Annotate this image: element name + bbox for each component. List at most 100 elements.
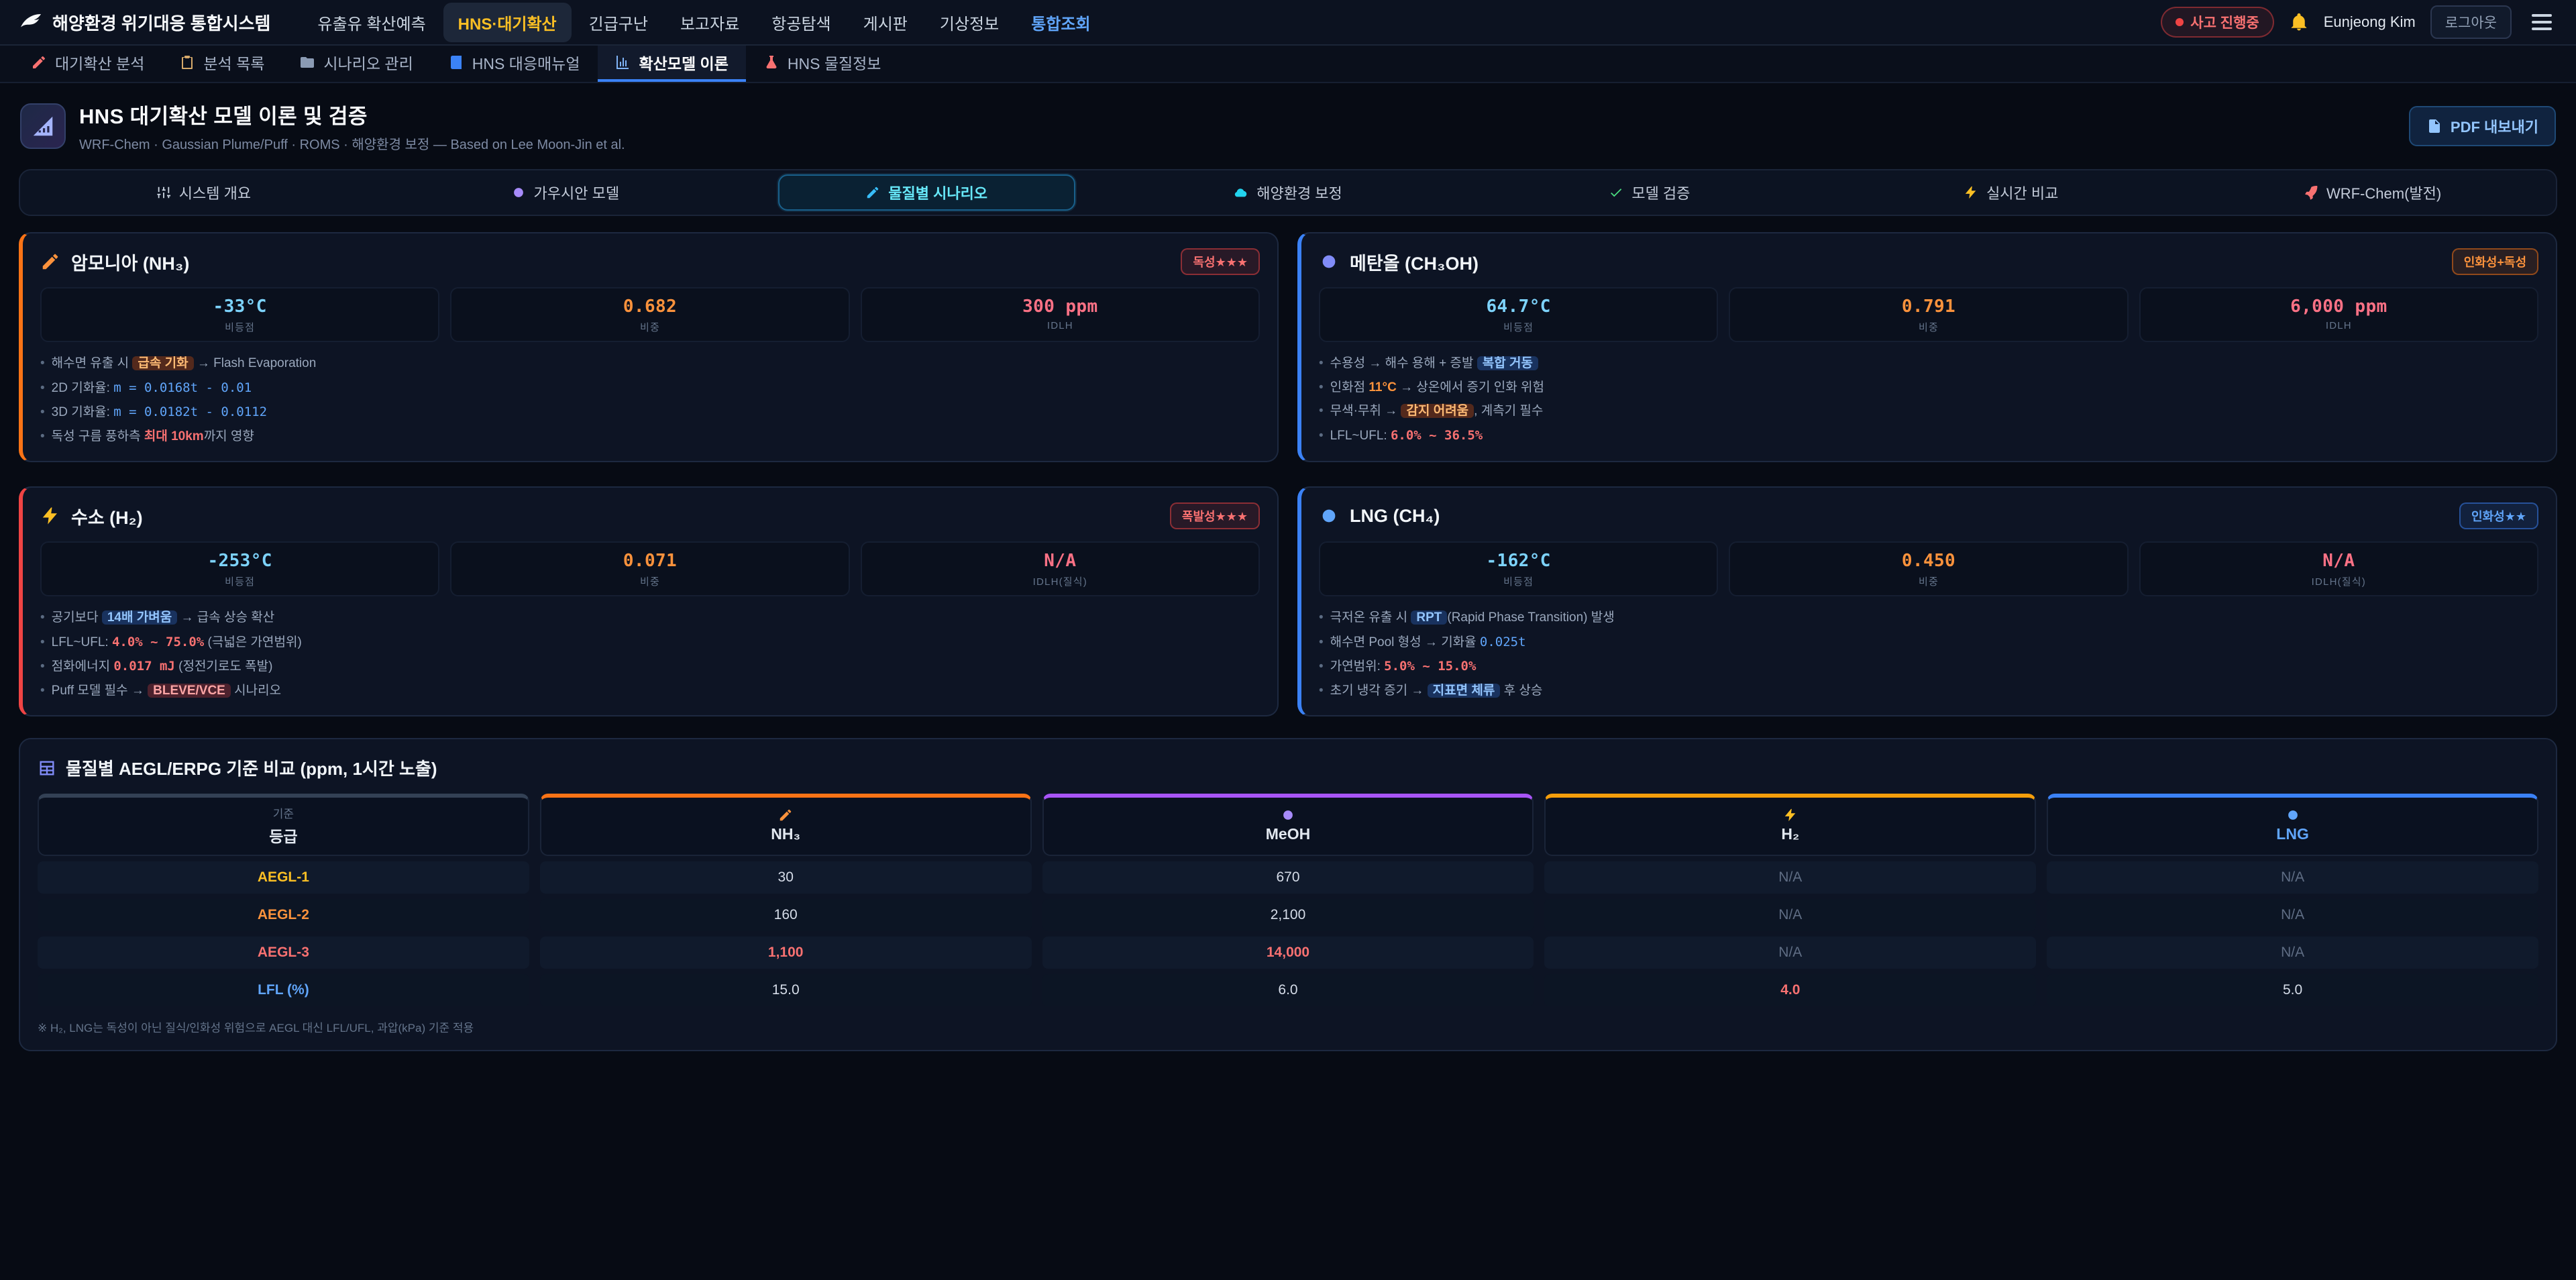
tab-6[interactable]: WRF-Chem(발전) <box>2224 174 2521 211</box>
tab-label: 모델 검증 <box>1631 182 1690 203</box>
stat-value: 64.7°C <box>1326 297 1711 317</box>
note-line-0: •수용성 → 해수 용해 + 증발 복합 거동 <box>1319 354 2538 374</box>
main-menu-item-1[interactable]: HNS·대기확산 <box>443 3 572 42</box>
table-icon <box>38 759 56 778</box>
tab-5[interactable]: 실시간 비교 <box>1862 174 2159 211</box>
stat-label: 비등점 <box>47 574 433 588</box>
tab-1[interactable]: 가우시안 모델 <box>417 174 714 211</box>
notification-bell-icon[interactable] <box>2289 12 2309 32</box>
pdf-export-button[interactable]: PDF 내보내기 <box>2409 106 2556 146</box>
pencil-icon <box>865 185 880 200</box>
table-cell-r1-c2: N/A <box>1544 899 2036 931</box>
main-menu-item-7[interactable]: 통합조회 <box>1016 3 1105 42</box>
sliders-icon <box>156 185 171 200</box>
stat-tile-0: -33°C비등점 <box>40 287 439 342</box>
substance-notes: •수용성 → 해수 용해 + 증발 복합 거동•인화점 11°C → 상온에서 … <box>1319 354 2538 445</box>
table-footnote: ※ H₂, LNG는 독성이 아닌 질식/인화성 위험으로 AEGL 대신 LF… <box>38 1018 2538 1035</box>
user-name: Eunjeong Kim <box>2324 13 2416 31</box>
table-cell-r3-c1: 6.0 <box>1042 974 1534 1006</box>
main-menu-item-4[interactable]: 항공탐색 <box>757 3 845 42</box>
main-menu-item-5[interactable]: 게시판 <box>849 3 922 42</box>
subnav-item-2[interactable]: 시나리오 관리 <box>282 46 430 82</box>
pencil-icon <box>31 54 47 70</box>
substance-card-0: 암모니아 (NH₃)독성★★★-33°C비등점0.682비중300 ppmIDL… <box>19 232 1279 462</box>
stat-label: IDLH <box>867 320 1253 331</box>
criteria-label: 등급 <box>269 824 297 847</box>
main-menu-item-2[interactable]: 긴급구난 <box>574 3 663 42</box>
note-line-1: •LFL~UFL: 4.0% ~ 75.0% (극넓은 가연범위) <box>40 633 1260 653</box>
note-line-0: •해수면 유출 시 급속 기화 → Flash Evaporation <box>40 354 1260 374</box>
tab-2[interactable]: 물질별 시나리오 <box>778 174 1075 211</box>
section-tabs: 시스템 개요 가우시안 모델 물질별 시나리오 해양환경 보정 모델 검증 실시간 비교 W… <box>19 169 2557 216</box>
subnav-item-0[interactable]: 대기확산 분석 <box>13 46 162 82</box>
incident-badge-label: 사고 진행중 <box>2190 12 2259 32</box>
flask-icon <box>763 54 780 70</box>
tab-3[interactable]: 해양환경 보정 <box>1140 174 1437 211</box>
table-cell-r0-c0: 30 <box>540 861 1032 894</box>
aegl-table-title-row: 물질별 AEGL/ERPG 기준 비교 (ppm, 1시간 노출) <box>38 755 2538 780</box>
table-column-header-0: NH₃ <box>540 794 1032 856</box>
stat-value: -33°C <box>47 297 433 317</box>
table-cell-r2-c0: 1,100 <box>540 937 1032 969</box>
subnav-item-label: HNS 대응매뉴얼 <box>472 51 580 74</box>
stat-value: 6,000 ppm <box>2146 297 2532 317</box>
column-substance-icon <box>1783 808 1798 822</box>
substance-icon <box>1319 252 1339 272</box>
stat-tile-1: 0.071비중 <box>450 541 849 596</box>
note-line-2: •가연범위: 5.0% ~ 15.0% <box>1319 657 2538 677</box>
ruler-icon <box>20 103 66 149</box>
document-icon <box>2426 118 2443 134</box>
subnav-item-label: 분석 목록 <box>203 51 264 74</box>
page-header-left: HNS 대기확산 모델 이론 및 검증 WRF-Chem · Gaussian … <box>20 99 625 153</box>
tab-label: 실시간 비교 <box>1986 182 2058 203</box>
subnav-item-1[interactable]: 분석 목록 <box>162 46 282 82</box>
substance-card-header: 메탄올 (CH₃OH)인화성+독성 <box>1319 248 2538 275</box>
substance-icon <box>40 506 60 526</box>
subnav-item-3[interactable]: HNS 대응매뉴얼 <box>431 46 598 82</box>
cloud-icon <box>1234 185 1248 200</box>
main-menu: 유출유 확산예측HNS·대기확산긴급구난보고자료항공탐색게시판기상정보통합조회 <box>303 3 1105 42</box>
main-menu-item-0[interactable]: 유출유 확산예측 <box>303 3 440 42</box>
tab-4[interactable]: 모델 검증 <box>1501 174 1798 211</box>
row-label-3: LFL (%) <box>38 974 529 1006</box>
tab-label: WRF-Chem(발전) <box>2326 182 2441 203</box>
hamburger-menu-icon[interactable] <box>2526 9 2557 36</box>
stat-label: 비중 <box>1735 320 2121 334</box>
substance-title: 암모니아 (NH₃) <box>71 249 1170 275</box>
substance-card-header: 암모니아 (NH₃)독성★★★ <box>40 248 1260 275</box>
page-header-text: HNS 대기확산 모델 이론 및 검증 WRF-Chem · Gaussian … <box>79 99 625 153</box>
note-line-3: •LFL~UFL: 6.0% ~ 36.5% <box>1319 426 2538 446</box>
note-line-1: •해수면 Pool 형성 → 기화율 0.025t <box>1319 633 2538 653</box>
substance-stats: -162°C비등점0.450비중N/AIDLH(질식) <box>1319 541 2538 596</box>
stat-tile-0: -162°C비등점 <box>1319 541 1718 596</box>
main-menu-item-6[interactable]: 기상정보 <box>925 3 1014 42</box>
substance-stats: -253°C비등점0.071비중N/AIDLH(질식) <box>40 541 1260 596</box>
row-label-1: AEGL-2 <box>38 899 529 931</box>
main-menu-item-3[interactable]: 보고자료 <box>665 3 754 42</box>
row-label-0: AEGL-1 <box>38 861 529 894</box>
app-root: 해양환경 위기대응 통합시스템 유출유 확산예측HNS·대기확산긴급구난보고자료… <box>0 0 2576 1280</box>
subnav-item-4[interactable]: 확산모델 이론 <box>598 46 746 82</box>
substance-notes: •극저온 유출 시 RPT(Rapid Phase Transition) 발생… <box>1319 608 2538 700</box>
subnav-item-5[interactable]: HNS 물질정보 <box>746 46 899 82</box>
bolt-icon <box>1964 185 1978 200</box>
table-column-header-2: H₂ <box>1544 794 2036 856</box>
substance-icon <box>1319 506 1339 526</box>
column-substance-icon <box>1281 808 1295 822</box>
column-label: LNG <box>2276 825 2309 843</box>
subnav-item-label: HNS 물질정보 <box>788 51 881 74</box>
aegl-table-section: 물질별 AEGL/ERPG 기준 비교 (ppm, 1시간 노출) 기준등급NH… <box>19 738 2557 1051</box>
note-line-3: •초기 냉각 증기 → 지표면 체류 후 상승 <box>1319 682 2538 701</box>
top-navigation: 해양환경 위기대응 통합시스템 유출유 확산예측HNS·대기확산긴급구난보고자료… <box>0 0 2576 46</box>
aegl-table-title: 물질별 AEGL/ERPG 기준 비교 (ppm, 1시간 노출) <box>66 755 437 780</box>
hazard-badge: 폭발성★★★ <box>1170 502 1260 529</box>
table-cell-r2-c1: 14,000 <box>1042 937 1534 969</box>
stat-value: 0.791 <box>1735 297 2121 317</box>
logout-button[interactable]: 로그아웃 <box>2430 5 2512 39</box>
tab-0[interactable]: 시스템 개요 <box>55 174 352 211</box>
table-cell-r1-c3: N/A <box>2047 899 2538 931</box>
brand[interactable]: 해양환경 위기대응 통합시스템 <box>19 10 270 35</box>
substance-title: 메탄올 (CH₃OH) <box>1350 249 2441 275</box>
note-line-0: •극저온 유출 시 RPT(Rapid Phase Transition) 발생 <box>1319 608 2538 628</box>
table-cell-r2-c3: N/A <box>2047 937 2538 969</box>
